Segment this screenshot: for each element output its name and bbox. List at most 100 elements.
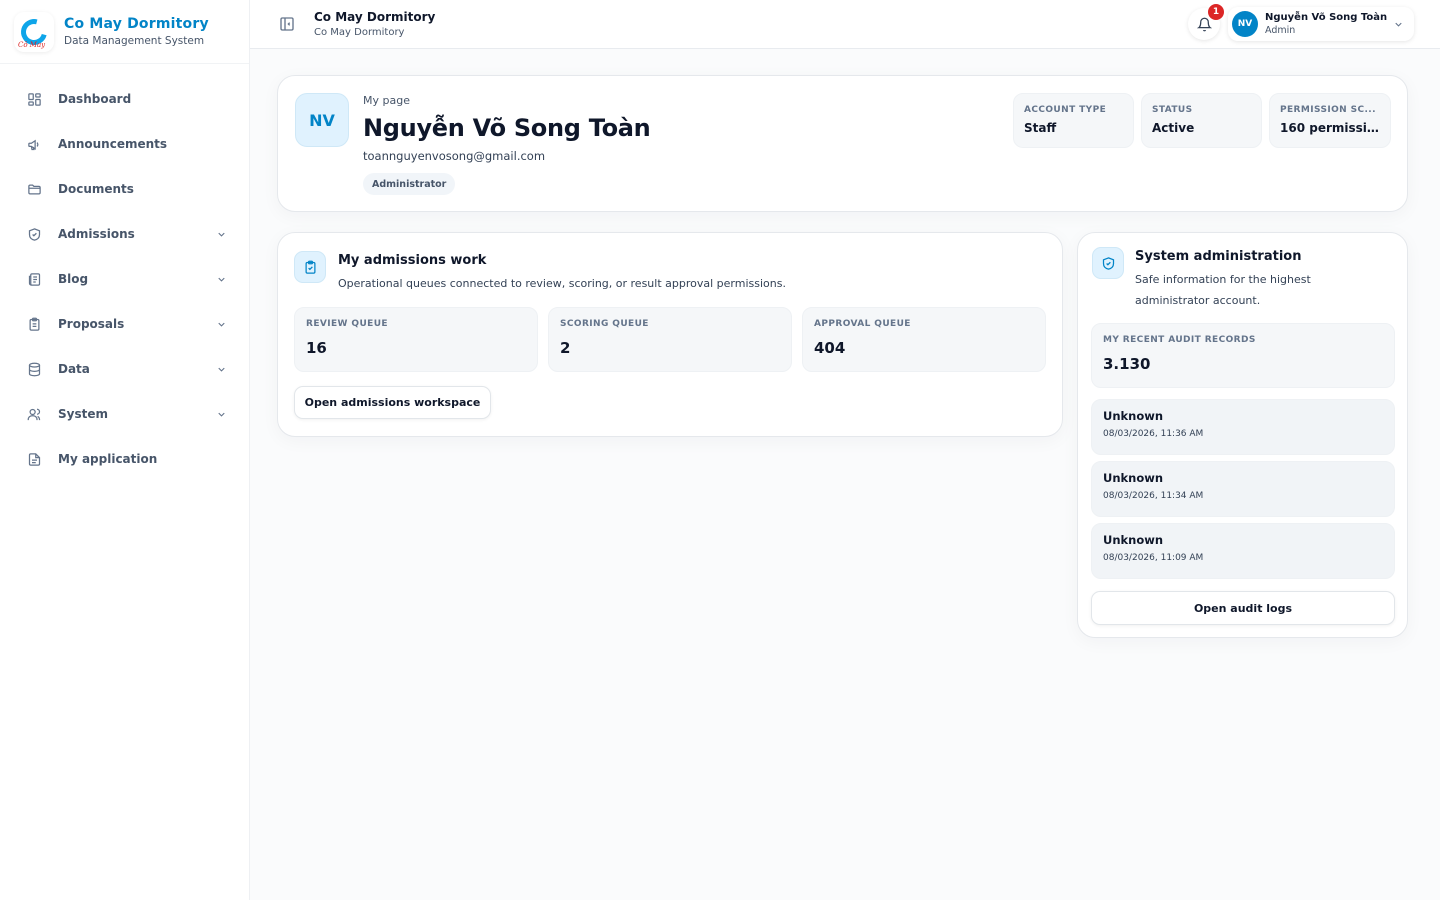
sidebar-item-blog[interactable]: Blog <box>0 258 249 300</box>
sidebar-item-label: Dashboard <box>58 92 132 106</box>
top-header: Co May Dormitory Co May Dormitory 1 NV N… <box>250 0 1440 49</box>
header-subtitle: Co May Dormitory <box>314 27 405 38</box>
scoring-queue-box: SCORING QUEUE 2 <box>548 307 792 372</box>
chevron-down-icon[interactable] <box>216 409 227 420</box>
audit-log-item[interactable]: Unknown 08/03/2026, 11:09 AM <box>1091 523 1395 579</box>
user-role: Admin <box>1265 25 1296 36</box>
users-icon <box>26 406 42 422</box>
stat-label: ACCOUNT TYPE <box>1024 105 1107 115</box>
log-title: Unknown <box>1103 471 1164 485</box>
header-titles: Co May Dormitory Co May Dormitory <box>314 10 435 38</box>
stat-value: Active <box>1152 121 1195 135</box>
file-text-icon <box>26 451 42 467</box>
queue-label: SCORING QUEUE <box>560 319 649 329</box>
queue-value: 2 <box>560 339 571 357</box>
sidebar-item-admissions[interactable]: Admissions <box>0 213 249 255</box>
sidebar-item-announcements[interactable]: Announcements <box>0 123 249 165</box>
system-administration-card: System administration Safe information f… <box>1077 232 1408 638</box>
sidebar-item-proposals[interactable]: Proposals <box>0 303 249 345</box>
user-chip-text: Nguyễn Võ Song Toàn Admin <box>1265 12 1393 36</box>
avatar: NV <box>1232 11 1258 37</box>
sidebar-collapse-icon[interactable] <box>278 15 296 33</box>
notification-count-badge: 1 <box>1208 4 1224 20</box>
log-title: Unknown <box>1103 533 1164 547</box>
user-name: Nguyễn Võ Song Toàn <box>1265 12 1388 23</box>
section-description: Operational queues connected to review, … <box>338 277 786 290</box>
clipboard-check-icon <box>294 251 326 283</box>
section-description: Safe information for the highest adminis… <box>1135 273 1311 307</box>
stat-permission-scope: PERMISSION SC... 160 permissio... <box>1269 93 1391 148</box>
sidebar-item-my-application[interactable]: My application <box>0 438 249 480</box>
log-timestamp: 08/03/2026, 11:09 AM <box>1103 553 1204 563</box>
database-icon <box>26 361 42 377</box>
brand-subtitle: Data Management System <box>64 35 205 47</box>
section-title: My admissions work <box>338 253 487 268</box>
sidebar-item-label: Data <box>58 362 90 376</box>
megaphone-icon <box>26 136 42 152</box>
stat-status: STATUS Active <box>1141 93 1262 148</box>
clipboard-icon <box>26 316 42 332</box>
sidebar-item-label: Blog <box>58 272 89 286</box>
stat-value: Staff <box>1024 121 1057 135</box>
grid-icon <box>26 91 42 107</box>
sidebar-item-data[interactable]: Data <box>0 348 249 390</box>
newspaper-icon <box>26 271 42 287</box>
open-admissions-workspace-button[interactable]: Open admissions workspace <box>294 386 491 419</box>
notification-button[interactable]: 1 <box>1188 4 1224 40</box>
profile-card: NV My page Nguyễn Võ Song Toàn toannguye… <box>277 75 1408 212</box>
brand[interactable]: Cô May Co May Dormitory Data Management … <box>0 0 249 64</box>
profile-email: toannguyenvosong@gmail.com <box>363 149 546 163</box>
folder-icon <box>26 181 42 197</box>
shield-icon <box>26 226 42 242</box>
log-timestamp: 08/03/2026, 11:36 AM <box>1103 429 1204 439</box>
sidebar-item-dashboard[interactable]: Dashboard <box>0 78 249 120</box>
log-title: Unknown <box>1103 409 1164 423</box>
sidebar-item-label: My application <box>58 452 158 466</box>
header-title: Co May Dormitory <box>314 10 436 24</box>
recent-audit-records-box: MY RECENT AUDIT RECORDS 3.130 <box>1091 323 1395 388</box>
open-audit-logs-button[interactable]: Open audit logs <box>1091 591 1395 625</box>
sidebar-nav: Dashboard Announcements Documents Admiss… <box>0 64 249 480</box>
chevron-down-icon[interactable] <box>216 229 227 240</box>
sidebar-item-system[interactable]: System <box>0 393 249 435</box>
approval-queue-box: APPROVAL QUEUE 404 <box>802 307 1046 372</box>
brand-title: Co May Dormitory <box>64 16 209 32</box>
stat-label: PERMISSION SC... <box>1280 105 1376 115</box>
log-timestamp: 08/03/2026, 11:34 AM <box>1103 491 1204 501</box>
sidebar: Cô May Co May Dormitory Data Management … <box>0 0 250 900</box>
user-menu-button[interactable]: NV Nguyễn Võ Song Toàn Admin <box>1228 7 1414 41</box>
profile-eyebrow: My page <box>363 94 410 107</box>
profile-avatar: NV <box>295 93 349 147</box>
queue-value: 404 <box>814 339 846 357</box>
audit-log-item[interactable]: Unknown 08/03/2026, 11:36 AM <box>1091 399 1395 455</box>
admissions-work-card: My admissions work Operational queues co… <box>277 232 1063 437</box>
chevron-down-icon[interactable] <box>216 364 227 375</box>
sidebar-item-label: System <box>58 407 108 421</box>
sidebar-item-documents[interactable]: Documents <box>0 168 249 210</box>
shield-check-icon <box>1092 247 1124 279</box>
profile-name: Nguyễn Võ Song Toàn <box>363 114 651 142</box>
role-badge: Administrator <box>363 173 456 195</box>
audit-label: MY RECENT AUDIT RECORDS <box>1103 335 1256 345</box>
sidebar-item-label: Documents <box>58 182 134 196</box>
queue-label: APPROVAL QUEUE <box>814 319 911 329</box>
brand-text: Co May Dormitory Data Management System <box>64 16 209 47</box>
sidebar-item-label: Admissions <box>58 227 135 241</box>
logo-script: Cô May <box>18 40 46 49</box>
stat-label: STATUS <box>1152 105 1193 115</box>
audit-log-item[interactable]: Unknown 08/03/2026, 11:34 AM <box>1091 461 1395 517</box>
chevron-down-icon[interactable] <box>216 319 227 330</box>
audit-value: 3.130 <box>1103 355 1151 373</box>
sidebar-item-label: Announcements <box>58 137 168 151</box>
sidebar-item-label: Proposals <box>58 317 125 331</box>
review-queue-box: REVIEW QUEUE 16 <box>294 307 538 372</box>
bell-icon <box>1196 17 1212 32</box>
brand-logo: Cô May <box>14 11 54 52</box>
stat-value: 160 permissio... <box>1280 121 1380 135</box>
section-title: System administration <box>1135 249 1302 264</box>
chevron-down-icon <box>1393 19 1404 30</box>
queue-value: 16 <box>306 339 327 357</box>
stat-account-type: ACCOUNT TYPE Staff <box>1013 93 1134 148</box>
queue-label: REVIEW QUEUE <box>306 319 388 329</box>
chevron-down-icon[interactable] <box>216 274 227 285</box>
